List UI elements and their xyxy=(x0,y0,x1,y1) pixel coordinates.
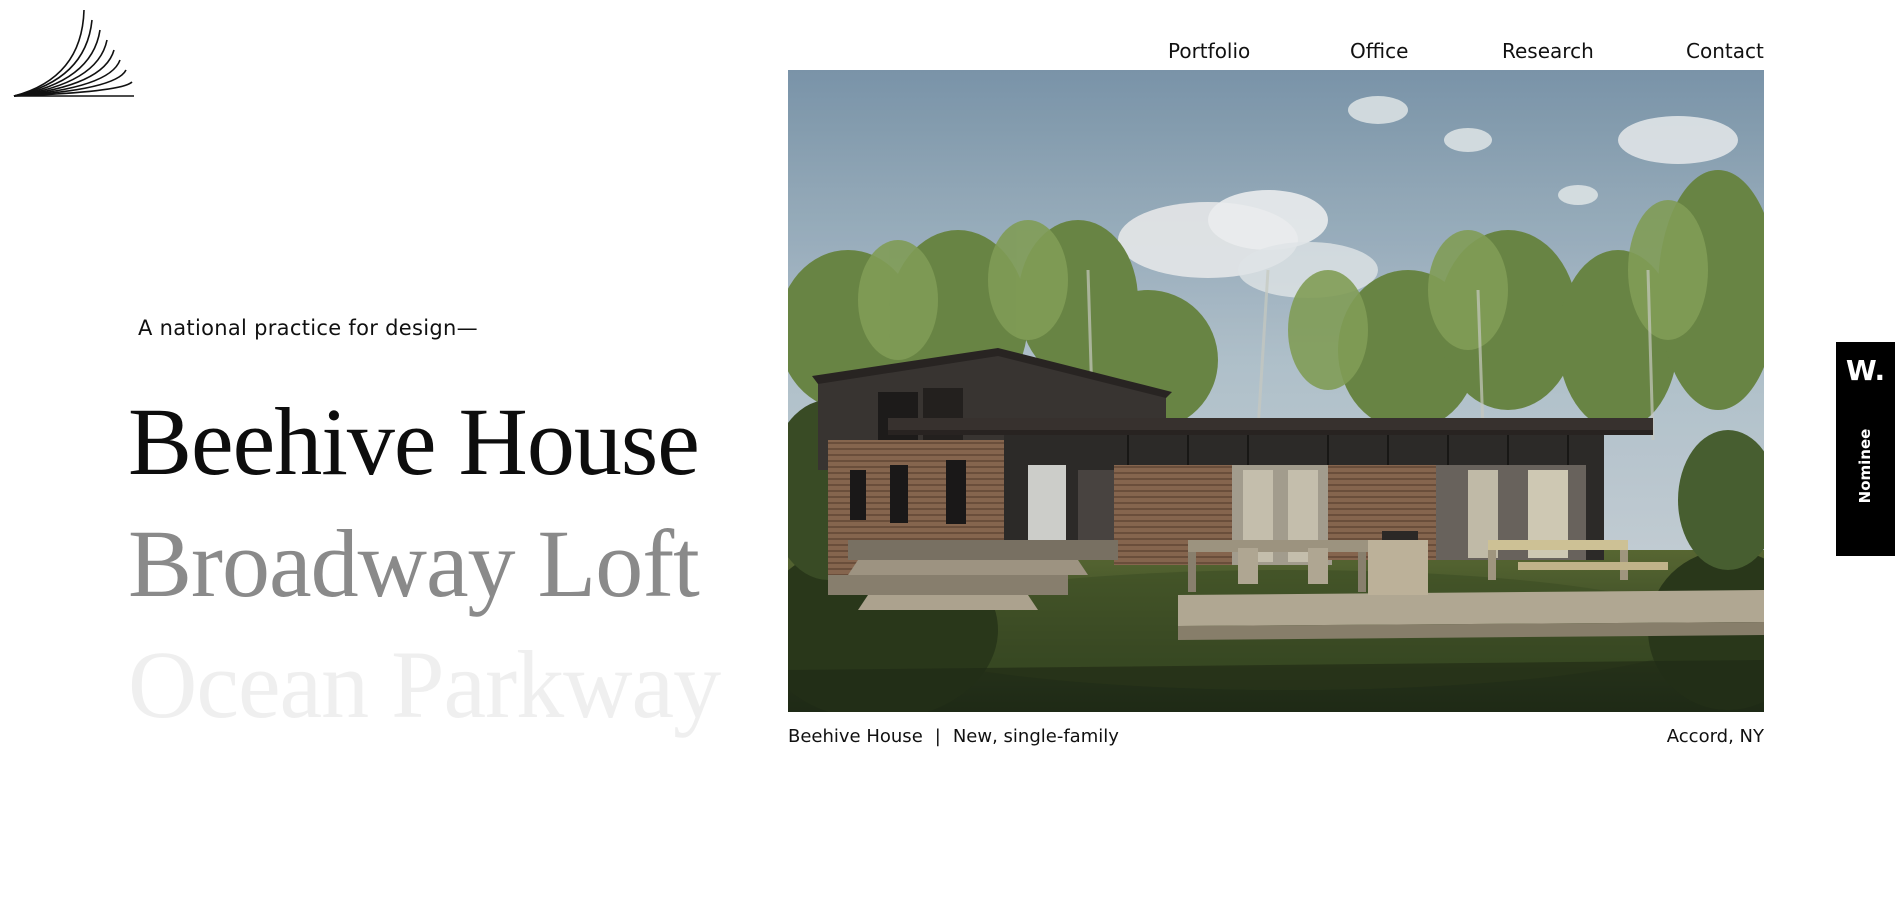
tagline: A national practice for design— xyxy=(138,316,478,340)
badge-logo: W. xyxy=(1845,354,1886,387)
caption-separator: | xyxy=(934,726,941,747)
nav-research[interactable]: Research xyxy=(1502,39,1594,63)
caption-location: Accord, NY xyxy=(1666,726,1764,747)
badge-label: Nominee xyxy=(1856,428,1874,504)
nav-contact[interactable]: Contact xyxy=(1686,39,1764,63)
caption-left: Beehive House | New, single-family xyxy=(788,726,1119,747)
project-ocean-parkway[interactable]: Ocean Parkway xyxy=(128,637,721,733)
caption-project-name: Beehive House xyxy=(788,726,923,747)
nav-office[interactable]: Office xyxy=(1350,39,1408,63)
page: Portfolio Office Research Contact A nati… xyxy=(0,0,1895,900)
nav-portfolio[interactable]: Portfolio xyxy=(1168,39,1250,63)
project-caption: Beehive House | New, single-family Accord,… xyxy=(788,726,1764,752)
awards-nominee-badge[interactable]: W. Nominee xyxy=(1836,342,1895,556)
project-broadway-loft[interactable]: Broadway Loft xyxy=(128,516,700,612)
caption-project-type: New, single-family xyxy=(952,726,1119,747)
project-beehive-house[interactable]: Beehive House xyxy=(128,394,700,490)
hero-project-image[interactable] xyxy=(788,70,1764,712)
main-nav: Portfolio Office Research Contact xyxy=(1168,39,1764,65)
fan-lines-logo-icon[interactable] xyxy=(12,8,136,100)
